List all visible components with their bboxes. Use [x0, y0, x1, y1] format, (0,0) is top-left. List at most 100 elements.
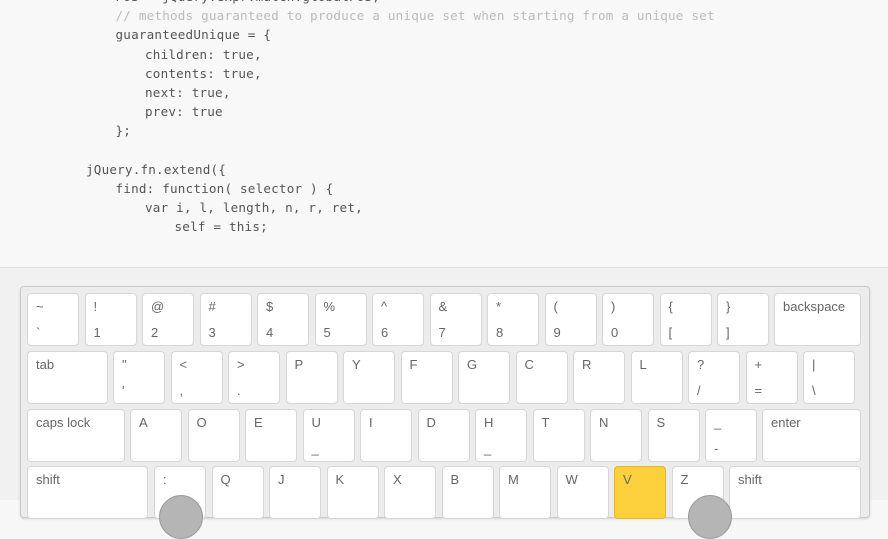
key-tab[interactable]: tab [27, 351, 108, 404]
key-r2-6[interactable]: D [417, 409, 470, 462]
key-label: E [254, 415, 263, 430]
key-label: _ [714, 415, 722, 430]
key-secondary-label: 1 [93, 325, 101, 340]
key-r2-11[interactable]: _ - [705, 409, 757, 462]
key-r3-8[interactable]: W [556, 466, 609, 519]
key-r1-4[interactable]: P [285, 351, 338, 404]
key-secondary-label: - [714, 441, 719, 456]
key-label: J [278, 472, 285, 487]
key-secondary-label: _ [311, 441, 319, 456]
code-comment-line: // methods guaranteed to produce a uniqu… [115, 8, 715, 24]
key-r2-5[interactable]: I [360, 409, 412, 462]
key-r0-11[interactable]: {[ [659, 293, 712, 346]
key-r0-12[interactable]: }] [717, 293, 769, 346]
key-label: C [524, 357, 534, 372]
code-line: POS = jQuery.expr.match.globalPOS, [116, 0, 381, 4]
key-r3-3[interactable]: J [269, 466, 321, 519]
key-label: ~ [36, 299, 44, 314]
key-label: caps lock [36, 415, 91, 430]
key-r3-7[interactable]: M [499, 466, 551, 519]
key-label: ) [611, 299, 616, 314]
key-label: P [294, 357, 304, 372]
key-r1-10[interactable]: L [630, 351, 683, 404]
key-r0-10[interactable]: ) 0 [602, 293, 654, 346]
key-r0-7[interactable]: & 7 [429, 293, 482, 346]
key-label: $ [266, 299, 274, 314]
key-r2-8[interactable]: T [532, 409, 585, 462]
key-caps-lock[interactable]: caps lock [27, 409, 125, 462]
key-label: U [311, 415, 321, 430]
key-r1-1[interactable]: " ' [113, 351, 165, 404]
key-r2-10[interactable]: S [647, 409, 700, 462]
key-r1-11[interactable]: ? / [688, 351, 740, 404]
key-label: enter [771, 415, 801, 430]
key-label: D [426, 415, 436, 430]
key-r0-1[interactable]: ! 1 [84, 293, 137, 346]
key-r1-9[interactable]: R [573, 351, 625, 404]
key-r3-2[interactable]: Q [211, 466, 264, 519]
key-r1-2[interactable]: <, [170, 351, 223, 404]
key-r2-3[interactable]: E [245, 409, 297, 462]
key-shift[interactable]: shift [729, 466, 861, 519]
key-label: O [196, 415, 207, 430]
key-r0-3[interactable]: #3 [199, 293, 252, 346]
key-r2-1[interactable]: A [130, 409, 182, 462]
code-line: next: true, [145, 85, 231, 100]
key-secondary-label: ` [36, 325, 41, 340]
key-label: % [323, 299, 336, 314]
key-label: Q [220, 472, 231, 487]
key-r0-9[interactable]: (9 [544, 293, 597, 346]
key-r3-5[interactable]: X [384, 466, 436, 519]
key-label: ! [93, 299, 98, 314]
key-enter[interactable]: enter [762, 409, 861, 462]
key-r1-7[interactable]: G [458, 351, 510, 404]
key-r0-2[interactable]: @2 [142, 293, 194, 346]
key-r2-9[interactable]: N [590, 409, 642, 462]
key-label: H [484, 415, 494, 430]
key-r1-3[interactable]: >. [228, 351, 280, 404]
key-r0-5[interactable]: % 5 [314, 293, 367, 346]
code-line: prev: true [145, 104, 223, 120]
key-r0-8[interactable]: * 8 [487, 293, 539, 346]
key-secondary-label: 3 [208, 325, 216, 340]
key-r0-6[interactable]: ^ 6 [372, 293, 424, 346]
key-r2-7[interactable]: H _ [475, 409, 527, 462]
key-label: > [237, 357, 245, 372]
key-r0-0[interactable]: ~ ` [27, 293, 79, 346]
code-line: contents: true, [145, 65, 262, 81]
key-r1-8[interactable]: C [515, 351, 568, 404]
finger-position-indicator-icon [159, 495, 203, 539]
key-label: M [508, 472, 519, 487]
key-label: * [496, 299, 502, 314]
key-r1-6[interactable]: F [400, 351, 453, 404]
key-label: Y [352, 357, 361, 372]
code-line: children: true, [145, 46, 262, 62]
key-secondary-label: ] [726, 325, 730, 340]
key-r3-9[interactable]: V [614, 466, 666, 519]
key-r2-2[interactable]: O [187, 409, 240, 462]
key-label: " [122, 357, 127, 372]
key-r1-13[interactable]: | \ [803, 351, 855, 404]
key-label: ^ [381, 299, 388, 314]
key-label: : [163, 472, 167, 487]
on-screen-keyboard: ~ `! 1 @2 #3 $4% 5 ^ 6 & 7 * 8(9) 0{[}] backspace tab " '… [20, 286, 870, 539]
key-r0-4[interactable]: $4 [257, 293, 309, 346]
key-secondary-label: [ [668, 325, 673, 340]
key-label: shift [36, 472, 60, 487]
key-r1-12[interactable]: + = [745, 351, 798, 404]
key-label: tab [36, 357, 55, 372]
key-backspace[interactable]: backspace [774, 293, 861, 346]
key-r1-5[interactable]: Y [343, 351, 395, 404]
key-secondary-label: 9 [553, 325, 561, 340]
key-label: ( [553, 299, 558, 314]
key-r3-4[interactable]: K [326, 466, 379, 519]
key-r3-6[interactable]: B [441, 466, 494, 519]
key-secondary-label: = [754, 383, 763, 398]
key-label: ? [697, 357, 705, 372]
key-label: X [393, 472, 402, 487]
key-r2-4[interactable]: U _ [302, 409, 355, 462]
key-secondary-label: 4 [266, 325, 274, 340]
key-label: < [179, 357, 188, 372]
finger-position-indicator-icon [688, 495, 732, 539]
key-shift[interactable]: shift [27, 466, 148, 519]
